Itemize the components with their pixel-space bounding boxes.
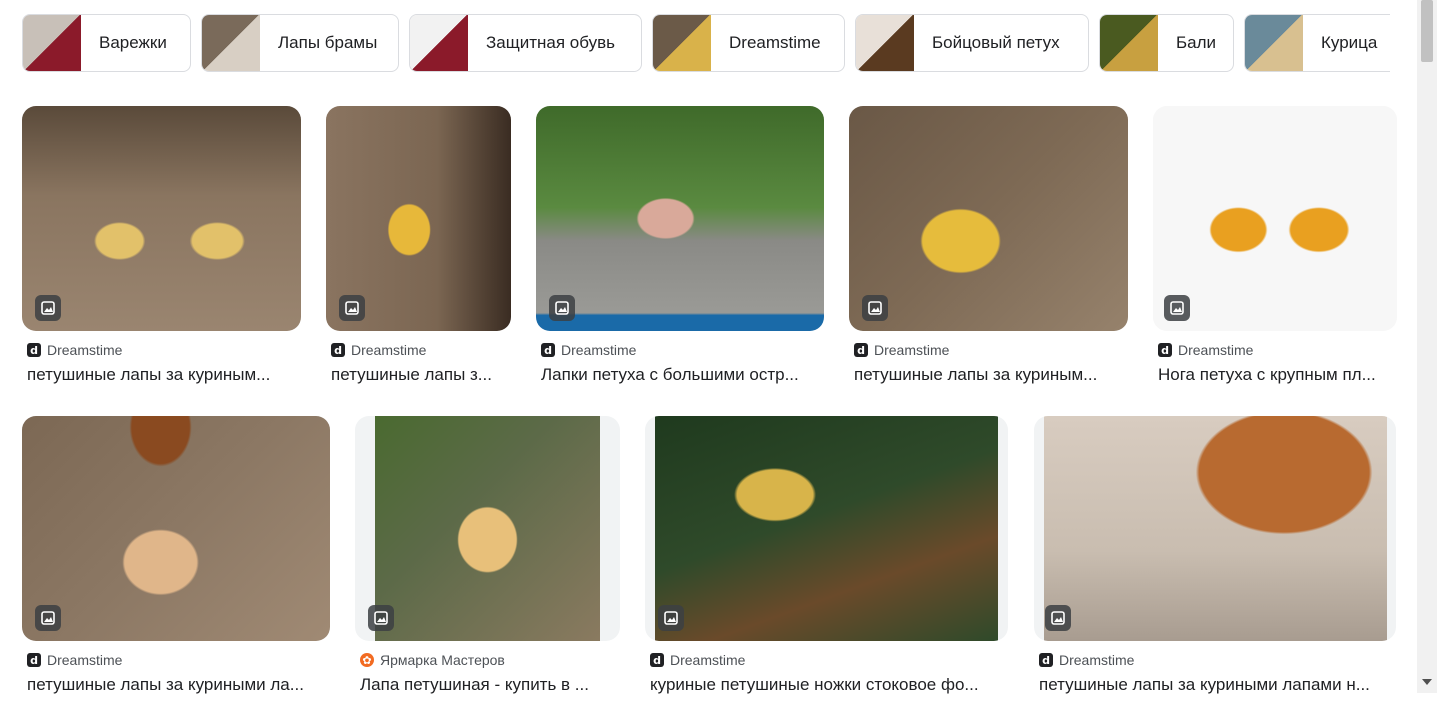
image-icon bbox=[339, 295, 365, 321]
result-image[interactable] bbox=[355, 416, 620, 641]
result-card[interactable]: d Dreamstime петушиные лапы з... bbox=[326, 106, 516, 396]
page-scrollbar[interactable] bbox=[1417, 0, 1437, 693]
chip-label: Dreamstime bbox=[729, 33, 821, 52]
result-title[interactable]: петушиные лапы за куриным... bbox=[854, 365, 1129, 385]
chip-label: Защитная обувь bbox=[486, 33, 615, 52]
result-card[interactable]: d Dreamstime петушиные лапы за куриным... bbox=[849, 106, 1134, 396]
result-title[interactable]: петушиные лапы за куриным... bbox=[27, 365, 302, 385]
result-card[interactable]: d Dreamstime петушиные лапы за куриными л… bbox=[22, 416, 332, 706]
image-icon bbox=[368, 605, 394, 631]
chip-thumbnail bbox=[410, 15, 468, 71]
photo-rooster-foot-closeup bbox=[849, 106, 1128, 331]
result-image[interactable] bbox=[22, 416, 330, 641]
chip-3[interactable]: Dreamstime bbox=[652, 14, 845, 72]
chip-1[interactable]: Лапы брамы bbox=[201, 14, 399, 72]
chip-2[interactable]: Защитная обувь bbox=[409, 14, 642, 72]
chip-label: Лапы брамы bbox=[278, 33, 378, 52]
image-icon bbox=[1164, 295, 1190, 321]
chip-thumbnail bbox=[856, 15, 914, 71]
photo-rooster-foot-on-rock bbox=[536, 106, 824, 331]
result-card[interactable]: ✿ Ярмарка Мастеров Лапа петушиная - купит… bbox=[355, 416, 622, 706]
result-card[interactable]: d Dreamstime куриные петушиные ножки сток… bbox=[645, 416, 1010, 706]
result-image[interactable] bbox=[1153, 106, 1397, 331]
source-name: Dreamstime bbox=[47, 652, 123, 668]
dreamstime-icon: d bbox=[27, 653, 41, 667]
chip-0[interactable]: Варежки bbox=[22, 14, 191, 72]
chip-thumbnail bbox=[653, 15, 711, 71]
dreamstime-icon: d bbox=[650, 653, 664, 667]
chip-label: Варежки bbox=[99, 33, 167, 52]
result-image[interactable] bbox=[1034, 416, 1396, 641]
result-title[interactable]: петушиные лапы за куриными ла... bbox=[27, 675, 327, 695]
result-image[interactable] bbox=[22, 106, 301, 331]
dreamstime-icon: d bbox=[1158, 343, 1172, 357]
result-title[interactable]: куриные петушиные ножки стоковое фо... bbox=[650, 675, 1005, 695]
photo-rooster-foot-craft bbox=[375, 416, 600, 641]
image-icon bbox=[35, 605, 61, 631]
chip-thumbnail bbox=[202, 15, 260, 71]
chip-5[interactable]: Бали bbox=[1099, 14, 1234, 72]
image-icon bbox=[1045, 605, 1071, 631]
dreamstime-icon: d bbox=[1039, 653, 1053, 667]
image-icon bbox=[862, 295, 888, 321]
chip-label: Бали bbox=[1176, 33, 1217, 52]
source-name: Dreamstime bbox=[1178, 342, 1254, 358]
chip-thumbnail bbox=[23, 15, 81, 71]
chip-label: Курица bbox=[1321, 33, 1378, 52]
result-source[interactable]: d Dreamstime bbox=[650, 652, 745, 668]
chip-thumbnail bbox=[1100, 15, 1158, 71]
result-title[interactable]: Лапки петуха с большими остр... bbox=[541, 365, 821, 385]
result-image[interactable] bbox=[326, 106, 511, 331]
image-icon bbox=[35, 295, 61, 321]
result-image[interactable] bbox=[849, 106, 1128, 331]
chip-thumbnail bbox=[1245, 15, 1303, 71]
source-name: Dreamstime bbox=[874, 342, 950, 358]
photo-rooster-feet-dirt bbox=[22, 416, 330, 641]
result-source[interactable]: d Dreamstime bbox=[1039, 652, 1134, 668]
source-name: Dreamstime bbox=[1059, 652, 1135, 668]
result-source[interactable]: d Dreamstime bbox=[854, 342, 949, 358]
source-name: Ярмарка Мастеров bbox=[380, 652, 505, 668]
result-card[interactable]: d Dreamstime Нога петуха с крупным пл... bbox=[1153, 106, 1397, 396]
scroll-down-arrow-icon[interactable] bbox=[1422, 679, 1432, 685]
photo-hen-blurred bbox=[1044, 416, 1387, 641]
source-name: Dreamstime bbox=[351, 342, 427, 358]
dreamstime-icon: d bbox=[541, 343, 555, 357]
dreamstime-icon: d bbox=[27, 343, 41, 357]
source-name: Dreamstime bbox=[670, 652, 746, 668]
result-source[interactable]: d Dreamstime bbox=[1158, 342, 1253, 358]
source-name: Dreamstime bbox=[47, 342, 123, 358]
photo-rooster-legs-white-bg bbox=[1153, 106, 1397, 331]
result-source[interactable]: d Dreamstime bbox=[27, 652, 122, 668]
image-icon bbox=[658, 605, 684, 631]
result-card[interactable]: d Dreamstime петушиные лапы за куриным... bbox=[22, 106, 302, 396]
dreamstime-icon: d bbox=[331, 343, 345, 357]
result-title[interactable]: Нога петуха с крупным пл... bbox=[1158, 365, 1394, 385]
result-source[interactable]: d Dreamstime bbox=[541, 342, 636, 358]
result-source[interactable]: d Dreamstime bbox=[331, 342, 426, 358]
source-name: Dreamstime bbox=[561, 342, 637, 358]
image-icon bbox=[549, 295, 575, 321]
result-title[interactable]: петушиные лапы за куриными лапами н... bbox=[1039, 675, 1391, 695]
dreamstime-icon: d bbox=[854, 343, 868, 357]
chip-6[interactable]: Курица bbox=[1244, 14, 1390, 72]
yarmarka-icon: ✿ bbox=[360, 653, 374, 667]
photo-rooster-feet bbox=[22, 106, 301, 331]
result-title[interactable]: Лапа петушиная - купить в ... bbox=[360, 675, 615, 695]
result-card[interactable]: d Dreamstime петушиные лапы за куриными л… bbox=[1034, 416, 1398, 706]
result-title[interactable]: петушиные лапы з... bbox=[331, 365, 511, 385]
chip-4[interactable]: Бойцовый петух bbox=[855, 14, 1089, 72]
related-searches-row: Варежки Лапы брамы Защитная обувь Dreams… bbox=[22, 14, 1390, 74]
result-card[interactable]: d Dreamstime Лапки петуха с большими остр… bbox=[536, 106, 826, 396]
chip-label: Бойцовый петух bbox=[932, 33, 1060, 52]
result-image[interactable] bbox=[645, 416, 1008, 641]
scrollbar-thumb[interactable] bbox=[1421, 0, 1433, 62]
result-source[interactable]: d Dreamstime bbox=[27, 342, 122, 358]
result-source[interactable]: ✿ Ярмарка Мастеров bbox=[360, 652, 505, 668]
photo-rooster-on-branch bbox=[655, 416, 998, 641]
result-image[interactable] bbox=[536, 106, 824, 331]
